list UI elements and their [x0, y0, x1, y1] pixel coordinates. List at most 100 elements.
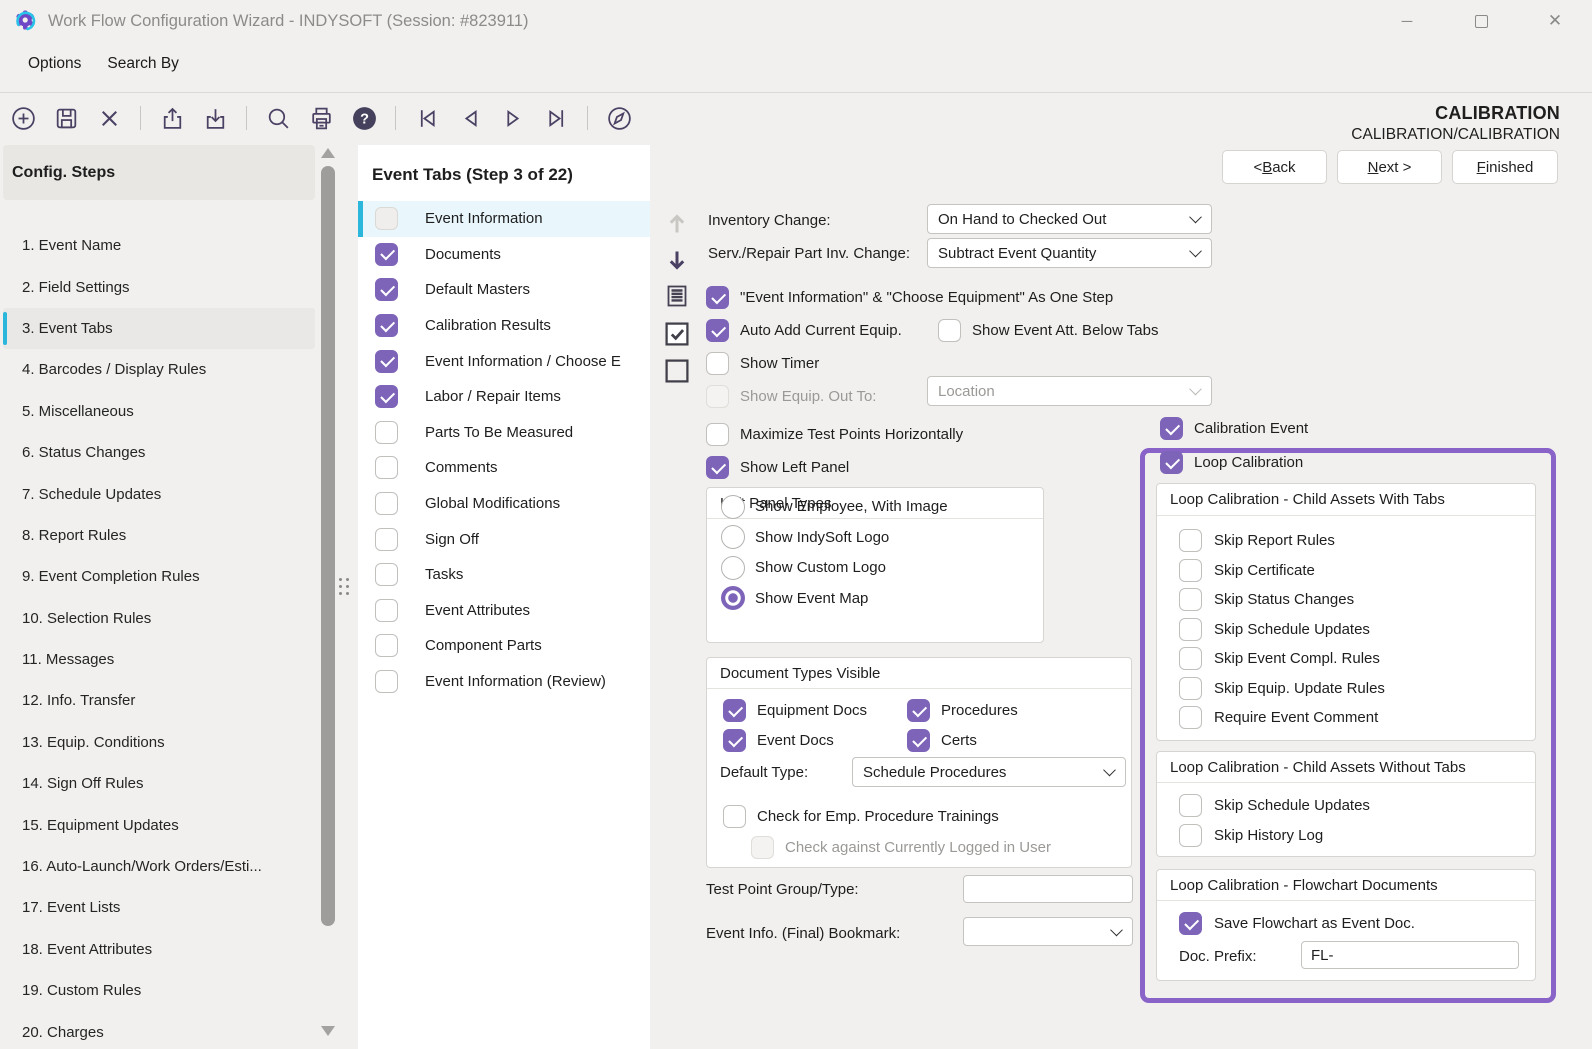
bookmark-select[interactable]	[963, 917, 1133, 946]
first-record-button[interactable]	[412, 103, 442, 133]
document-properties-button[interactable]	[663, 282, 691, 310]
finished-button[interactable]: Finished	[1452, 150, 1558, 184]
previous-record-button[interactable]	[455, 103, 485, 133]
skip-option-checkbox[interactable]	[1179, 529, 1202, 552]
event-tab-row[interactable]: Parts To Be Measured	[358, 415, 650, 451]
event-tab-row[interactable]: Sign Off	[358, 521, 650, 557]
left-panel-type-option[interactable]: Show Event Map	[721, 586, 1057, 610]
show-left-panel-checkbox[interactable]	[706, 456, 729, 479]
event-tab-row[interactable]: Labor / Repair Items	[358, 379, 650, 415]
minimize-button[interactable]: ─	[1370, 0, 1444, 42]
menu-options[interactable]: Options	[28, 55, 81, 73]
move-up-button[interactable]	[663, 210, 691, 238]
skip-option-checkbox[interactable]	[1179, 588, 1202, 611]
delete-button[interactable]	[94, 103, 124, 133]
event-tab-checkbox[interactable]	[375, 421, 398, 444]
event-tab-row[interactable]: Event Information / Choose E	[358, 343, 650, 379]
inventory-change-select[interactable]: On Hand to Checked Out	[927, 204, 1212, 234]
skip-option-row[interactable]: Skip Equip. Update Rules	[1179, 674, 1557, 704]
move-down-button[interactable]	[663, 246, 691, 274]
sidebar-step-item[interactable]: 19. Custom Rules	[3, 970, 315, 1011]
next-record-button[interactable]	[498, 103, 528, 133]
skip-option-row[interactable]: Require Event Comment	[1179, 703, 1557, 733]
back-button[interactable]: < Back	[1222, 150, 1327, 184]
event-tab-checkbox[interactable]	[375, 207, 398, 230]
event-tab-row[interactable]: Default Masters	[358, 272, 650, 308]
event-tab-row[interactable]: Comments	[358, 450, 650, 486]
check-logged-user-checkbox[interactable]	[751, 836, 774, 859]
last-record-button[interactable]	[541, 103, 571, 133]
sidebar-step-item[interactable]: 11. Messages	[3, 639, 315, 680]
event-tab-checkbox[interactable]	[375, 243, 398, 266]
close-button[interactable]: ✕	[1518, 0, 1592, 42]
event-tab-checkbox[interactable]	[375, 314, 398, 337]
help-button[interactable]: ?	[349, 103, 379, 133]
skip-option-row[interactable]: Skip Certificate	[1179, 556, 1557, 586]
event-tab-checkbox[interactable]	[375, 670, 398, 693]
event-tab-checkbox[interactable]	[375, 278, 398, 301]
sidebar-step-item[interactable]: 2. Field Settings	[3, 266, 315, 307]
event-tab-checkbox[interactable]	[375, 385, 398, 408]
sidebar-scrollbar-thumb[interactable]	[321, 166, 335, 926]
skip-option-row[interactable]: Skip Report Rules	[1179, 526, 1557, 556]
sidebar-step-item[interactable]: 13. Equip. Conditions	[3, 722, 315, 763]
skip-option-checkbox[interactable]	[1179, 647, 1202, 670]
sidebar-step-item[interactable]: 3. Event Tabs	[3, 308, 315, 349]
print-button[interactable]	[306, 103, 336, 133]
skip-option-row[interactable]: Skip Schedule Updates	[1179, 615, 1557, 645]
sidebar-step-item[interactable]: 14. Sign Off Rules	[3, 763, 315, 804]
menu-search-by[interactable]: Search By	[107, 55, 179, 73]
event-tab-row[interactable]: Event Attributes	[358, 593, 650, 629]
new-button[interactable]	[8, 103, 38, 133]
event-tab-row[interactable]: Event Information	[358, 201, 650, 237]
skip-option-checkbox[interactable]	[1179, 677, 1202, 700]
skip-option-row[interactable]: Skip History Log	[1179, 821, 1557, 851]
sidebar-scroll-up-icon[interactable]	[321, 148, 335, 158]
left-panel-type-option[interactable]: Show Custom Logo	[721, 556, 1057, 580]
event-tab-row[interactable]: Global Modifications	[358, 486, 650, 522]
sidebar-scroll-down-icon[interactable]	[321, 1026, 335, 1036]
event-tab-checkbox[interactable]	[375, 563, 398, 586]
loop-calibration-checkbox[interactable]	[1160, 451, 1183, 474]
skip-option-checkbox[interactable]	[1179, 618, 1202, 641]
panel-splitter-grip[interactable]	[339, 578, 351, 598]
radio-button[interactable]	[721, 586, 745, 610]
skip-option-checkbox[interactable]	[1179, 559, 1202, 582]
equipment-docs-checkbox[interactable]	[723, 699, 746, 722]
event-tab-row[interactable]: Component Parts	[358, 628, 650, 664]
skip-option-row[interactable]: Skip Event Compl. Rules	[1179, 644, 1557, 674]
sidebar-step-item[interactable]: 1. Event Name	[3, 225, 315, 266]
sidebar-step-item[interactable]: 20. Charges	[3, 1011, 315, 1049]
serv-repair-select[interactable]: Subtract Event Quantity	[927, 238, 1212, 268]
skip-option-checkbox[interactable]	[1179, 794, 1202, 817]
next-button[interactable]: Next >	[1337, 150, 1442, 184]
left-panel-type-option[interactable]: Show IndySoft Logo	[721, 525, 1057, 549]
skip-option-row[interactable]: Skip Schedule Updates	[1179, 791, 1557, 821]
radio-button[interactable]	[721, 495, 745, 519]
event-tab-checkbox[interactable]	[375, 528, 398, 551]
sidebar-step-item[interactable]: 6. Status Changes	[3, 432, 315, 473]
show-event-att-checkbox[interactable]	[938, 319, 961, 342]
export-button[interactable]	[157, 103, 187, 133]
calibration-event-checkbox[interactable]	[1160, 417, 1183, 440]
show-timer-checkbox[interactable]	[706, 352, 729, 375]
search-button[interactable]	[263, 103, 293, 133]
maximize-test-points-checkbox[interactable]	[706, 423, 729, 446]
maximize-button[interactable]	[1444, 0, 1518, 42]
sidebar-step-item[interactable]: 16. Auto-Launch/Work Orders/Esti...	[3, 846, 315, 887]
radio-button[interactable]	[721, 556, 745, 580]
sidebar-step-item[interactable]: 17. Event Lists	[3, 887, 315, 928]
sidebar-step-item[interactable]: 8. Report Rules	[3, 515, 315, 556]
event-tab-row[interactable]: Documents	[358, 237, 650, 273]
certs-checkbox[interactable]	[907, 729, 930, 752]
event-tab-checkbox[interactable]	[375, 634, 398, 657]
one-step-checkbox[interactable]	[706, 286, 729, 309]
skip-option-checkbox[interactable]	[1179, 824, 1202, 847]
event-tab-row[interactable]: Tasks	[358, 557, 650, 593]
doc-prefix-input[interactable]	[1301, 941, 1519, 969]
auto-add-checkbox[interactable]	[706, 319, 729, 342]
sidebar-step-item[interactable]: 4. Barcodes / Display Rules	[3, 349, 315, 390]
event-tab-checkbox[interactable]	[375, 456, 398, 479]
sidebar-step-item[interactable]: 12. Info. Transfer	[3, 680, 315, 721]
uncheck-all-button[interactable]	[661, 355, 693, 387]
